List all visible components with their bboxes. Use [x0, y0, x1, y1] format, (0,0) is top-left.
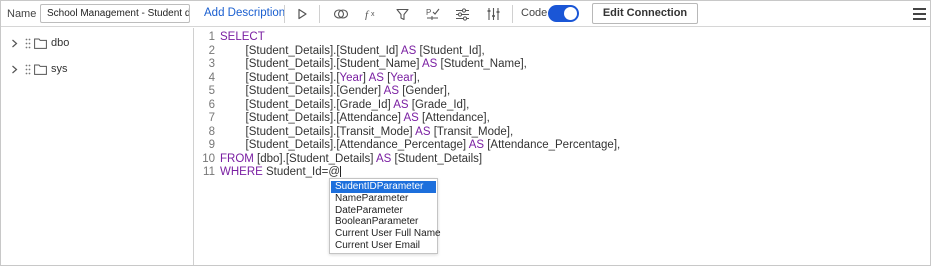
preview-icon[interactable]	[331, 5, 351, 23]
name-input[interactable]: School Management - Student dataso	[40, 4, 190, 23]
sql-keyword: AS	[383, 85, 399, 97]
sql-keyword: AS	[393, 98, 409, 111]
code-line[interactable]: [Student_Details].[Attendance] AS [Atten…	[220, 112, 920, 126]
sql-text: [Attendance],	[418, 112, 490, 124]
line-number: 6	[208, 98, 215, 111]
tree-item-label: dbo	[51, 37, 70, 49]
toolbar-divider	[319, 5, 320, 23]
play-icon[interactable]	[292, 5, 312, 23]
svg-text:P: P	[426, 8, 431, 17]
sql-text: [Student_Details].[	[220, 71, 340, 84]
line-number: 4	[208, 71, 215, 84]
sql-text: [Grade_Id],	[408, 98, 470, 111]
sql-keyword: AS	[400, 44, 417, 57]
fx-icon[interactable]: fx	[362, 5, 382, 23]
drag-handle-icon[interactable]	[25, 64, 31, 75]
sql-keyword: Year	[390, 71, 414, 84]
toolbar-divider	[512, 5, 513, 23]
sql-keyword: AS	[468, 139, 485, 151]
chevron-right-icon[interactable]	[11, 39, 18, 48]
autocomplete-item[interactable]: DateParameter	[331, 205, 436, 217]
sql-text: [Student_Details].[Gender]	[220, 85, 384, 97]
autocomplete-item[interactable]: Current User Full Name	[331, 228, 441, 240]
svg-text:x: x	[371, 11, 375, 18]
sql-text: [Student_Details].[Grade_Id]	[220, 98, 394, 111]
line-number-gutter: 1 2 3 4 5 6 7 8 9 10 11	[196, 31, 218, 180]
code-line[interactable]: [Student_Details].[Year] AS [Year],	[220, 72, 920, 86]
hamburger-menu-icon[interactable]	[913, 5, 927, 21]
sql-text: [Student_Name],	[437, 58, 527, 70]
edit-connection-button[interactable]: Edit Connection	[592, 3, 698, 24]
sql-text: [Student_Details]	[391, 152, 483, 165]
sql-text: [Student_Id],	[416, 44, 485, 57]
sql-keyword: AS	[415, 125, 431, 138]
sql-text: [Student_Details].[Student_Id]	[220, 44, 401, 57]
code-label: Code	[521, 7, 548, 19]
tree-item-label: sys	[51, 63, 68, 75]
settings-sliders-icon[interactable]	[452, 5, 472, 23]
code-line[interactable]: [Student_Details].[Student_Id] AS [Stude…	[220, 45, 920, 59]
sql-keyword: Year	[339, 71, 363, 84]
autocomplete-item[interactable]: Current User Email	[331, 240, 436, 252]
sql-keyword: AS	[422, 58, 438, 70]
code-toggle[interactable]	[548, 5, 579, 22]
toggle-knob	[564, 7, 577, 20]
sql-text: ],	[413, 71, 420, 84]
folder-icon	[34, 64, 47, 75]
name-label: Name	[7, 8, 37, 20]
tree-item-sys[interactable]: sys	[1, 61, 191, 79]
sql-keyword: AS	[403, 112, 419, 124]
code-line[interactable]: [Student_Details].[Attendance_Percentage…	[220, 139, 920, 153]
code-line[interactable]: WHERE Student_Id=@	[220, 166, 920, 180]
autocomplete-popup[interactable]: SudentIDParameter NameParameter DateParame…	[329, 178, 441, 254]
sql-keyword: FROM	[220, 152, 254, 165]
filter-icon[interactable]	[392, 5, 412, 23]
toolbar-divider	[284, 5, 285, 23]
toolbar: Name School Management - Student dataso …	[1, 1, 930, 27]
sql-text: [Student_Details].[Student_Name]	[220, 58, 423, 70]
line-number: 7	[208, 112, 215, 124]
autocomplete-item[interactable]: BooleanParameter	[331, 216, 436, 228]
line-number: 1	[208, 31, 215, 43]
sql-text: [dbo].[Student_Details]	[253, 152, 376, 165]
line-number: 8	[208, 125, 215, 138]
column-sliders-icon[interactable]	[483, 5, 503, 23]
code-line[interactable]: [Student_Details].[Transit_Mode] AS [Tra…	[220, 126, 920, 140]
autocomplete-item[interactable]: NameParameter	[331, 193, 436, 205]
sql-keyword: SELECT	[220, 31, 265, 43]
line-number: 2	[208, 44, 215, 57]
tree-item-dbo[interactable]: dbo	[1, 35, 191, 53]
code-line[interactable]: [Student_Details].[Grade_Id] AS [Grade_I…	[220, 99, 920, 113]
add-description-link[interactable]: Add Description	[204, 7, 285, 19]
code-lines[interactable]: SELECT [Student_Details].[Student_Id] AS…	[220, 31, 920, 180]
sql-keyword: AS	[368, 71, 384, 84]
line-number: 11	[203, 166, 215, 178]
text-cursor	[340, 166, 342, 177]
folder-icon	[34, 38, 47, 49]
svg-text:f: f	[365, 9, 370, 20]
sql-keyword: WHERE	[220, 166, 263, 178]
drag-handle-icon[interactable]	[25, 38, 31, 49]
sql-text: [Transit_Mode],	[430, 125, 514, 138]
sql-text: [Attendance_Percentage],	[484, 139, 621, 151]
sql-text: [Gender],	[399, 85, 451, 97]
code-line[interactable]: [Student_Details].[Gender] AS [Gender],	[220, 85, 920, 99]
code-line[interactable]: SELECT	[220, 31, 920, 45]
code-line[interactable]: [Student_Details].[Student_Name] AS [Stu…	[220, 58, 920, 72]
line-number: 10	[202, 152, 215, 165]
line-number: 5	[208, 85, 215, 97]
line-number: 9	[208, 139, 215, 151]
sql-text: [Student_Details].[Attendance]	[220, 112, 404, 124]
line-number: 3	[208, 58, 215, 70]
schema-tree: dbo sys	[1, 28, 194, 265]
sql-text: [Student_Details].[Transit_Mode]	[220, 125, 416, 138]
parameter-icon[interactable]: P	[422, 5, 442, 23]
autocomplete-item[interactable]: SudentIDParameter	[331, 181, 436, 193]
sql-text: Student_Id=@	[262, 166, 341, 178]
sql-code-editor[interactable]: 1 2 3 4 5 6 7 8 9 10 11 SELECT [Student_Details].[…	[196, 28, 930, 265]
sql-keyword: AS	[375, 152, 392, 165]
code-line[interactable]: FROM [dbo].[Student_Details] AS [Student…	[220, 153, 920, 167]
chevron-right-icon[interactable]	[11, 65, 18, 74]
sql-text: [Student_Details].[Attendance_Percentage…	[220, 139, 469, 151]
